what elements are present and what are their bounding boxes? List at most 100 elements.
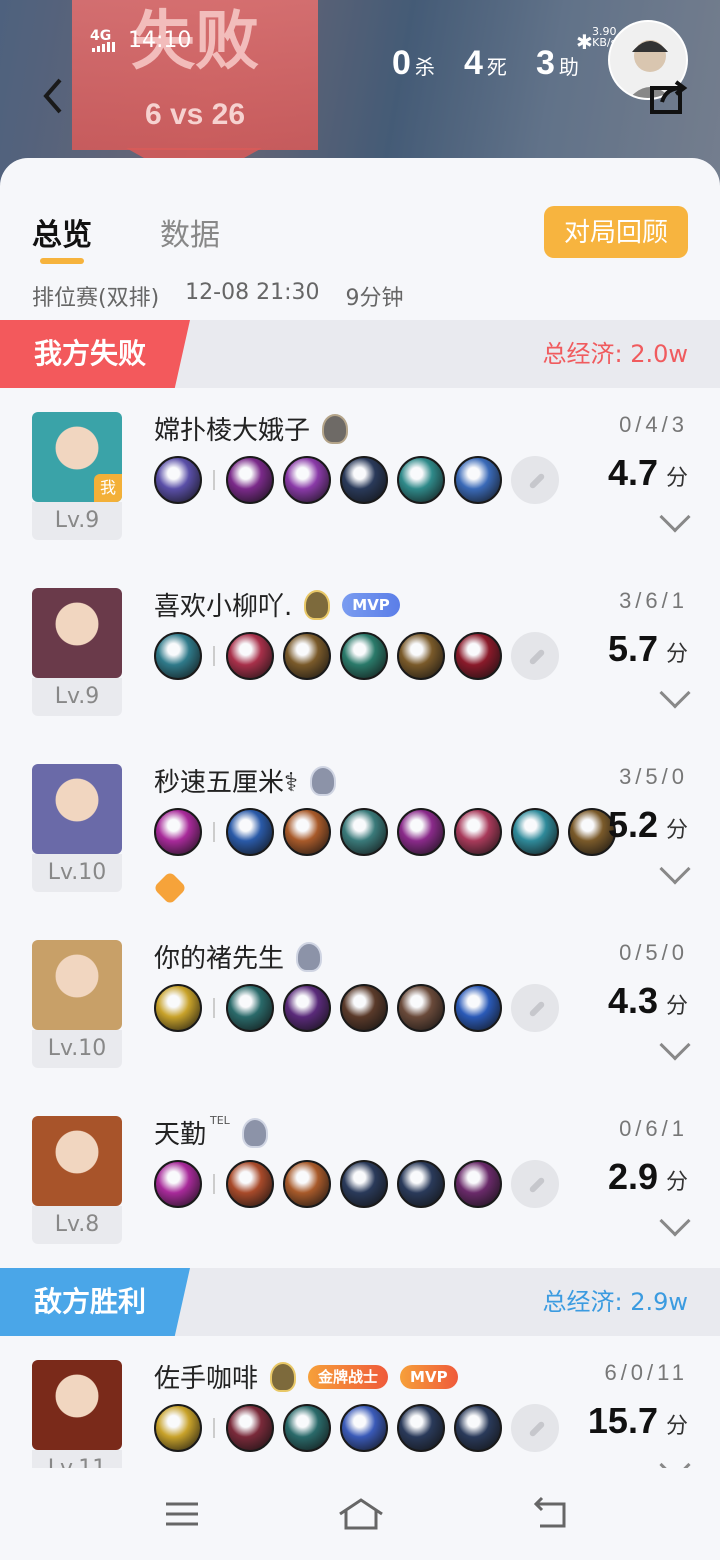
equipment-item-icon[interactable]	[283, 632, 331, 680]
empty-item-slot-icon[interactable]	[511, 984, 559, 1032]
empty-item-slot-icon[interactable]	[511, 1160, 559, 1208]
summoner-skill-icon[interactable]	[154, 808, 202, 856]
hero-avatar[interactable]	[32, 940, 122, 1030]
equipment-item-icon[interactable]	[283, 984, 331, 1032]
score-value: 4.3	[607, 980, 658, 1021]
equipment-item-icon[interactable]	[454, 632, 502, 680]
equipment-item-icon[interactable]	[283, 808, 331, 856]
player-score: 4.7 分	[608, 452, 688, 494]
item-build	[154, 1160, 559, 1208]
score-unit: 分	[665, 1414, 688, 1439]
empty-item-slot-icon[interactable]	[511, 632, 559, 680]
equipment-item-icon[interactable]	[226, 1160, 274, 1208]
equipment-item-icon[interactable]	[397, 984, 445, 1032]
equipment-item-icon[interactable]	[454, 808, 502, 856]
summoner-skill-icon[interactable]	[154, 984, 202, 1032]
enemy-economy: 总经济: 2.9w	[542, 1288, 688, 1316]
empty-item-slot-icon[interactable]	[511, 456, 559, 504]
rank-badge-icon	[270, 1361, 297, 1392]
player-kda: 0/5/0	[619, 940, 688, 965]
deaths-stat: 4死	[464, 44, 507, 82]
expand-chevron-icon[interactable]	[659, 1205, 691, 1237]
tab-data[interactable]: 数据	[160, 210, 220, 254]
share-icon[interactable]	[648, 80, 688, 114]
equipment-item-icon[interactable]	[226, 984, 274, 1032]
hero-avatar[interactable]	[32, 1360, 122, 1450]
player-name[interactable]: 天勤	[154, 1114, 206, 1151]
back-nav-icon[interactable]	[530, 1496, 570, 1532]
expand-chevron-icon[interactable]	[659, 853, 691, 885]
team-header-enemy: 敌方胜利 总经济: 2.9w	[0, 1268, 720, 1336]
equipment-item-icon[interactable]	[226, 1404, 274, 1452]
equipment-item-icon[interactable]	[511, 808, 559, 856]
equipment-item-icon[interactable]	[226, 632, 274, 680]
player-name[interactable]: 喜欢小柳吖.	[154, 586, 292, 623]
equipment-item-icon[interactable]	[340, 984, 388, 1032]
back-arrow-icon[interactable]	[36, 74, 76, 118]
summoner-skill-icon[interactable]	[154, 632, 202, 680]
match-meta: 排位赛(双排) 12-08 21:30 9分钟	[32, 280, 404, 312]
player-row[interactable]: Lv.9 喜欢小柳吖. MVP 3/6/1 5.7 分	[0, 564, 720, 740]
equipment-item-icon[interactable]	[226, 808, 274, 856]
score-unit: 分	[665, 642, 688, 667]
rank-badge-icon	[304, 589, 331, 620]
hero-avatar[interactable]: 我	[32, 412, 122, 502]
home-icon[interactable]	[338, 1496, 384, 1532]
equipment-item-icon[interactable]	[283, 1160, 331, 1208]
item-build	[154, 1404, 559, 1452]
equipment-item-icon[interactable]	[340, 632, 388, 680]
expand-chevron-icon[interactable]	[659, 677, 691, 709]
menu-icon[interactable]	[162, 1496, 202, 1532]
player-name[interactable]: 佐手咖啡	[154, 1358, 258, 1395]
player-kda: 0/4/3	[619, 412, 688, 437]
summoner-skill-icon[interactable]	[154, 456, 202, 504]
signal-icon	[92, 42, 115, 52]
rank-badge-icon	[322, 413, 349, 444]
player-name-row: 你的褚先生	[154, 938, 323, 975]
match-review-button[interactable]: 对局回顾	[544, 206, 688, 258]
match-datetime: 12-08 21:30	[185, 280, 320, 305]
player-kda: 3/5/0	[619, 764, 688, 789]
player-name[interactable]: 你的褚先生	[154, 938, 284, 975]
equipment-item-icon[interactable]	[340, 1160, 388, 1208]
match-mode: 排位赛(双排)	[32, 286, 160, 311]
equipment-item-icon[interactable]	[397, 456, 445, 504]
hero-avatar[interactable]	[32, 764, 122, 854]
tab-overview[interactable]: 总览	[32, 210, 92, 254]
equipment-item-icon[interactable]	[454, 984, 502, 1032]
equipment-item-icon[interactable]	[397, 808, 445, 856]
player-row[interactable]: Lv.8 天勤 TEL 0/6/1 2.9 分	[0, 1092, 720, 1268]
hero-avatar[interactable]	[32, 588, 122, 678]
player-name[interactable]: 秒速五厘米⚕	[154, 762, 298, 799]
equipment-item-icon[interactable]	[454, 1160, 502, 1208]
equipment-item-icon[interactable]	[397, 1160, 445, 1208]
score-unit: 分	[665, 1170, 688, 1195]
player-row[interactable]: Lv.10 你的褚先生 0/5/0 4.3 分	[0, 916, 720, 1092]
equipment-item-icon[interactable]	[340, 456, 388, 504]
player-kda: 0/6/1	[619, 1116, 688, 1141]
hero-avatar[interactable]	[32, 1116, 122, 1206]
equipment-item-icon[interactable]	[397, 1404, 445, 1452]
equipment-item-icon[interactable]	[454, 1404, 502, 1452]
equipment-item-icon[interactable]	[283, 456, 331, 504]
empty-item-slot-icon[interactable]	[511, 1404, 559, 1452]
equipment-item-icon[interactable]	[340, 1404, 388, 1452]
expand-chevron-icon[interactable]	[659, 1029, 691, 1061]
player-row[interactable]: 我 Lv.9 嫦扑棱大娥子 0/4/3 4.7 分	[0, 388, 720, 564]
expand-chevron-icon[interactable]	[659, 501, 691, 533]
player-row[interactable]: Lv.11 佐手咖啡 金牌战士 MVP 6/0/11 15.7 分	[0, 1336, 720, 1468]
equipment-item-icon[interactable]	[283, 1404, 331, 1452]
equipment-item-icon[interactable]	[340, 808, 388, 856]
equipment-item-icon[interactable]	[397, 632, 445, 680]
expand-chevron-icon[interactable]	[659, 1449, 691, 1468]
player-row[interactable]: Lv.10 秒速五厘米⚕ 3/5/0 5.2 分	[0, 740, 720, 916]
player-kda: 6/0/11	[604, 1360, 688, 1385]
summoner-skill-icon[interactable]	[154, 1160, 202, 1208]
player-name[interactable]: 嫦扑棱大娥子	[154, 410, 310, 447]
team-header-ally: 我方失败 总经济: 2.0w	[0, 320, 720, 388]
item-build	[154, 808, 616, 856]
summoner-skill-icon[interactable]	[154, 1404, 202, 1452]
equipment-item-icon[interactable]	[454, 456, 502, 504]
item-divider	[213, 1418, 215, 1438]
equipment-item-icon[interactable]	[226, 456, 274, 504]
